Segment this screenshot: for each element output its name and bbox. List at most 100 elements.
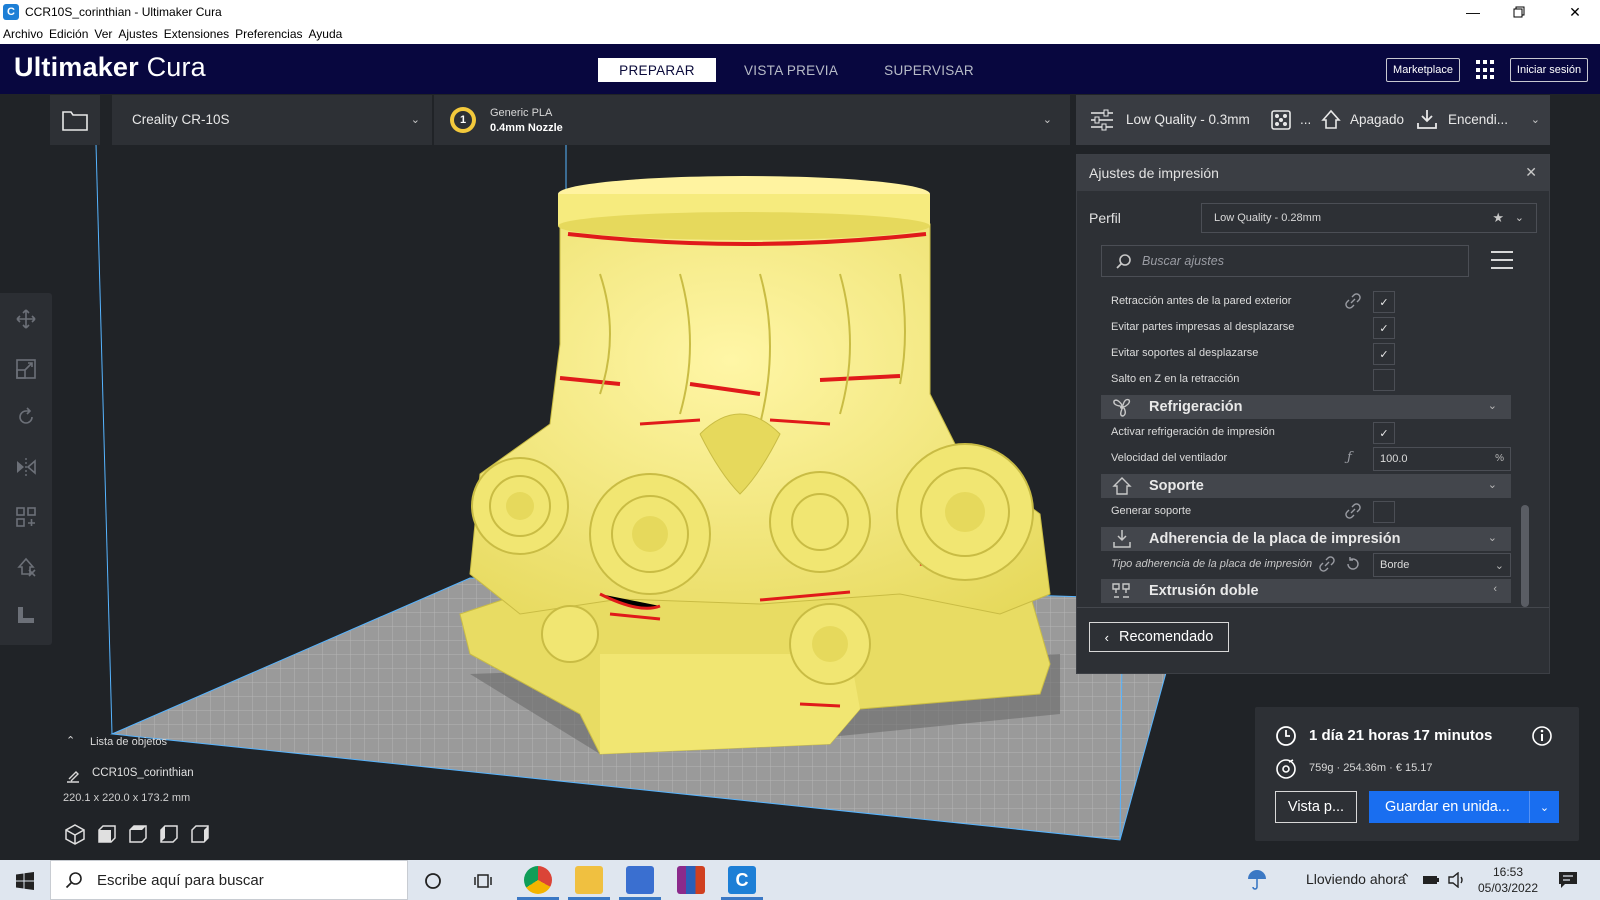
setting-avoid-printed-parts: Evitar partes impresas al desplazarse ✓ [1101, 315, 1511, 341]
signin-button[interactable]: Iniciar sesión [1510, 58, 1588, 82]
profile-select[interactable]: Low Quality - 0.28mm ★ ⌄ [1201, 203, 1537, 233]
category-cooling[interactable]: Refrigeración ⌄ [1101, 395, 1511, 419]
cura-taskbar-icon[interactable]: C [728, 866, 756, 894]
function-icon[interactable]: ƒ [1347, 450, 1352, 465]
marketplace-button[interactable]: Marketplace [1386, 58, 1460, 82]
checkbox-checked[interactable]: ✓ [1373, 422, 1395, 444]
per-model-settings-tool[interactable] [14, 505, 38, 529]
ultimaker-cura-logo: Ultimaker Cura [14, 52, 206, 82]
winrar-icon[interactable] [677, 866, 705, 894]
search-input[interactable] [1142, 254, 1442, 268]
window-title-bar: C CCR10S_corinthian - Ultimaker Cura — ✕ [0, 0, 1600, 24]
printer-selector[interactable]: Creality CR-10S ⌄ [112, 95, 432, 145]
star-icon[interactable]: ★ [1492, 210, 1504, 226]
close-window-button[interactable]: ✕ [1552, 0, 1598, 24]
menu-ajustes[interactable]: Ajustes [118, 27, 157, 41]
pencil-icon [67, 771, 79, 783]
support-blocker-tool[interactable] [14, 555, 38, 579]
checkbox-checked[interactable]: ✓ [1373, 291, 1395, 313]
tab-preparar[interactable]: PREPARAR [598, 58, 716, 82]
minimize-button[interactable]: — [1450, 0, 1496, 24]
profile-label: Perfil [1089, 210, 1121, 226]
restore-icon [1513, 6, 1525, 18]
adhesion-icon [1417, 110, 1437, 129]
menu-extensiones[interactable]: Extensiones [164, 27, 229, 41]
file-explorer-icon[interactable] [575, 866, 603, 894]
close-panel-icon[interactable]: ✕ [1525, 164, 1537, 181]
front-view-icon[interactable] [96, 823, 118, 845]
category-adhesion[interactable]: Adherencia de la placa de impresión ⌄ [1101, 527, 1511, 551]
per-model-settings-icon [16, 507, 36, 527]
windows-start-icon[interactable] [16, 872, 34, 890]
layers-app-icon[interactable] [626, 866, 654, 894]
link-icon[interactable] [1345, 293, 1361, 309]
menu-edicion[interactable]: Edición [49, 27, 88, 41]
settings-visibility-menu-icon[interactable] [1491, 251, 1513, 269]
left-view-icon[interactable] [158, 823, 180, 845]
object-dimensions: 220.1 x 220.0 x 173.2 mm [63, 792, 191, 804]
notifications-icon[interactable] [1558, 871, 1578, 889]
cortana-icon[interactable] [424, 872, 442, 890]
task-view-icon[interactable] [474, 872, 492, 890]
chevron-left-icon: ‹ [1493, 583, 1497, 595]
ruler-tool[interactable] [14, 603, 38, 627]
open-file-button[interactable] [50, 95, 100, 145]
support-label: Apagado [1350, 112, 1405, 127]
volume-icon[interactable] [1448, 872, 1466, 888]
right-view-icon[interactable] [189, 823, 211, 845]
checkbox-checked[interactable]: ✓ [1373, 317, 1395, 339]
recommended-button[interactable]: ‹ Recomendado [1089, 622, 1229, 652]
fan-speed-input[interactable]: 100.0 % [1373, 447, 1511, 471]
print-settings-selector[interactable]: Low Quality - 0.3mm ... Apagado Encendi.… [1076, 95, 1550, 145]
category-support[interactable]: Soporte ⌄ [1101, 474, 1511, 498]
link-icon[interactable] [1319, 556, 1335, 572]
checkbox-unchecked[interactable] [1373, 501, 1395, 523]
tab-supervisar[interactable]: SUPERVISAR [866, 58, 992, 82]
apps-grid-icon[interactable] [1476, 60, 1496, 80]
settings-search[interactable] [1101, 245, 1469, 277]
rotate-tool[interactable] [14, 405, 38, 429]
adhesion-type-select[interactable]: Borde ⌄ [1373, 553, 1511, 577]
object-list-toggle[interactable]: Lista de objetos [90, 736, 167, 748]
checkbox-checked[interactable]: ✓ [1373, 343, 1395, 365]
infill-icon [1271, 110, 1291, 130]
info-icon[interactable] [1531, 725, 1553, 747]
reset-icon[interactable] [1345, 556, 1361, 572]
settings-scrollbar[interactable] [1521, 505, 1529, 607]
preview-button[interactable]: Vista p... [1275, 791, 1357, 823]
taskbar-clock[interactable]: 16:53 05/03/2022 [1476, 864, 1540, 896]
battery-icon[interactable] [1422, 873, 1440, 887]
chevron-down-icon[interactable]: ⌄ [1529, 791, 1559, 823]
save-to-drive-button[interactable]: Guardar en unida... ⌄ [1369, 791, 1559, 823]
setting-adhesion-type: Tipo adherencia de la placa de impresión… [1101, 552, 1511, 578]
menu-ayuda[interactable]: Ayuda [309, 27, 343, 41]
weather-status[interactable]: Lloviendo ahora [1306, 871, 1406, 887]
restore-button[interactable] [1496, 0, 1542, 24]
taskbar-search[interactable]: Escribe aquí para buscar [50, 860, 408, 900]
dual-extrusion-icon [1112, 583, 1130, 598]
menu-bar: Archivo Edición Ver Ajustes Extensiones … [0, 24, 1600, 44]
tool-sidebar [0, 293, 52, 645]
chevron-down-icon: ⌄ [1042, 114, 1052, 126]
chrome-icon[interactable] [524, 866, 552, 894]
link-icon[interactable] [1345, 503, 1361, 519]
chevron-up-icon[interactable]: ⌃ [66, 734, 75, 747]
chevron-up-icon[interactable]: ⌃ [1400, 871, 1411, 887]
category-dual-extrusion[interactable]: Extrusión doble ‹ [1101, 579, 1511, 603]
rotate-icon [19, 407, 33, 424]
ruler-icon [18, 607, 34, 623]
material-selector[interactable]: 1 Generic PLA 0.4mm Nozzle ⌄ [434, 95, 1070, 145]
checkbox-unchecked[interactable] [1373, 369, 1395, 391]
panel-title: Ajustes de impresión [1089, 165, 1219, 181]
3d-view-icon[interactable] [64, 823, 86, 845]
mirror-tool[interactable] [14, 455, 38, 479]
menu-preferencias[interactable]: Preferencias [235, 27, 302, 41]
object-name[interactable]: CCR10S_corinthian [92, 767, 194, 779]
top-view-icon[interactable] [127, 823, 149, 845]
tab-vista-previa[interactable]: VISTA PREVIA [726, 58, 856, 82]
move-tool[interactable] [14, 307, 38, 331]
menu-ver[interactable]: Ver [94, 27, 112, 41]
menu-archivo[interactable]: Archivo [3, 27, 43, 41]
print-settings-panel: Ajustes de impresión ✕ Perfil Low Qualit… [1076, 154, 1550, 674]
scale-tool[interactable] [14, 357, 38, 381]
